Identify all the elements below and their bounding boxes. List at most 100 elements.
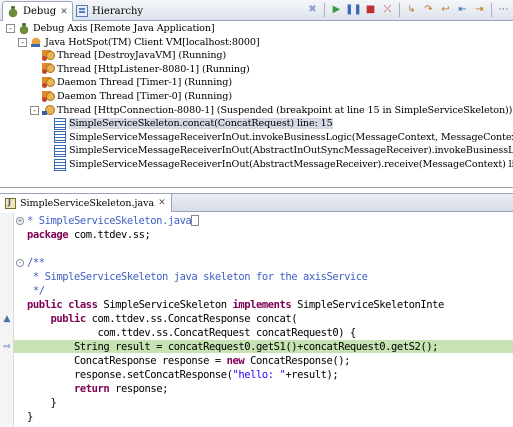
code-line: response.setConcatResponse("hello: "+res… bbox=[27, 368, 339, 382]
debug-icon bbox=[7, 5, 19, 18]
expand-fold-icon[interactable]: + bbox=[16, 217, 24, 225]
code-keyword: class bbox=[68, 299, 98, 311]
code-line: String result = concatRequest0.getS1()+c… bbox=[27, 340, 438, 354]
code-keyword: new bbox=[226, 355, 245, 367]
tree-item-label: Java HotSpot(TM) Client VM[localhost:800… bbox=[45, 36, 260, 48]
step-over-button[interactable]: ↷ bbox=[421, 3, 436, 18]
collapse-toggle-icon[interactable]: - bbox=[18, 37, 27, 47]
collapse-toggle-icon[interactable]: - bbox=[30, 105, 39, 115]
view-menu-button[interactable]: ⋯ bbox=[496, 3, 511, 18]
tab-hierarchy[interactable]: Hierarchy bbox=[72, 1, 147, 21]
close-icon[interactable]: ✕ bbox=[158, 198, 166, 208]
code-keyword: public bbox=[50, 313, 87, 325]
collapse-fold-icon[interactable]: - bbox=[16, 259, 24, 267]
toolbar-separator bbox=[324, 3, 325, 17]
stack-frame-icon bbox=[54, 144, 66, 157]
override-marker-icon: ▲ bbox=[3, 314, 11, 324]
use-step-filters-button[interactable]: ⇥ bbox=[472, 3, 487, 18]
remote-app-icon bbox=[18, 22, 30, 35]
drop-to-frame-button[interactable]: ⇤ bbox=[455, 3, 470, 18]
tree-item[interactable]: Daemon Thread [Timer-1] (Running) bbox=[0, 76, 232, 89]
tab-hierarchy-label: Hierarchy bbox=[92, 5, 144, 17]
code-comment: */ bbox=[27, 285, 45, 297]
editor-gutter[interactable]: ▲ ⇨ bbox=[0, 213, 14, 427]
step-into-button[interactable]: ↳ bbox=[404, 3, 419, 18]
tree-item-label: Thread [HttpConnection-8080-1] (Suspende… bbox=[57, 104, 513, 116]
toolbar-separator bbox=[399, 3, 400, 17]
stack-frame-item[interactable]: SimpleServiceMessageReceiverInOut(Abstra… bbox=[0, 158, 513, 171]
code-text: +result); bbox=[285, 369, 339, 381]
stack-frame-item[interactable]: SimpleServiceMessageReceiverInOut.invoke… bbox=[0, 131, 513, 144]
code-line: * SimpleServiceSkeleton.java bbox=[27, 214, 200, 228]
hierarchy-icon bbox=[76, 5, 88, 17]
toolbar-separator bbox=[491, 3, 492, 17]
code-comment: * SimpleServiceSkeleton.java bbox=[27, 215, 192, 227]
tree-item[interactable]: - Java HotSpot(TM) Client VM[localhost:80… bbox=[0, 36, 260, 49]
tree-item-label: Thread [HttpListener-8080-1] (Running) bbox=[57, 63, 250, 75]
code-text: response.setConcatResponse( bbox=[27, 369, 233, 381]
code-line: } bbox=[27, 396, 56, 410]
tree-item[interactable]: - Thread [HttpConnection-8080-1] (Suspend… bbox=[0, 104, 512, 117]
tree-item-label: Debug Axis [Remote Java Application] bbox=[33, 23, 215, 34]
editor-tab-simpleserviceskeleton[interactable]: SimpleServiceSkeleton.java ✕ bbox=[0, 194, 172, 212]
running-thread-icon bbox=[42, 49, 55, 62]
code-text: SimpleServiceSkeletonInte bbox=[291, 299, 444, 311]
code-text: com.ttdev.ss.ConcatRequest concatRequest… bbox=[27, 327, 356, 339]
code-text: ConcatResponse(); bbox=[244, 355, 350, 367]
code-area[interactable]: * SimpleServiceSkeleton.java package com.… bbox=[27, 213, 513, 427]
code-line: * SimpleServiceSkeleton java skeleton fo… bbox=[27, 270, 368, 284]
step-return-button[interactable]: ↩ bbox=[438, 3, 453, 18]
stack-frame-icon bbox=[54, 117, 66, 130]
tree-item[interactable]: Thread [DestroyJavaVM] (Running) bbox=[0, 49, 226, 62]
code-text: ConcatResponse response = bbox=[27, 355, 227, 367]
code-line: } bbox=[27, 410, 33, 424]
code-line: */ bbox=[27, 284, 45, 298]
collapse-toggle-icon[interactable]: - bbox=[6, 24, 15, 33]
tab-debug[interactable]: Debug ✕ bbox=[2, 1, 73, 21]
suspend-button[interactable]: ❚❚ bbox=[345, 3, 362, 18]
code-line: public class SimpleServiceSkeleton imple… bbox=[27, 298, 444, 312]
tree-item-label: Daemon Thread [Timer-0] (Running) bbox=[57, 91, 232, 102]
resume-button[interactable]: ▶ bbox=[329, 3, 344, 18]
editor-tabbar: SimpleServiceSkeleton.java ✕ bbox=[0, 194, 513, 212]
debug-view: Debug ✕ Hierarchy ✖ ▶ ❚❚ ■ ⤫ ↳ ↷ ↩ ⇤ ⇥ ⋯ - Debug Ax… bbox=[0, 0, 513, 188]
tab-debug-label: Debug bbox=[23, 6, 57, 17]
code-text: String result = concatRequest0.getS1()+c… bbox=[27, 341, 439, 353]
remove-launches-button[interactable]: ✖ bbox=[305, 3, 320, 18]
terminate-button[interactable]: ■ bbox=[363, 3, 378, 18]
code-keyword: public bbox=[27, 299, 63, 311]
stack-frame-item[interactable]: SimpleServiceMessageReceiverInOut(Abstra… bbox=[0, 144, 513, 157]
code-keyword: package bbox=[27, 229, 69, 241]
code-keyword: implements bbox=[232, 299, 292, 311]
tree-item-label: SimpleServiceMessageReceiverInOut(Abstra… bbox=[69, 145, 513, 157]
close-icon[interactable]: ✕ bbox=[60, 7, 68, 17]
stack-frame-icon bbox=[54, 158, 66, 171]
code-text: } bbox=[27, 397, 57, 409]
stack-frame-item[interactable]: SimpleServiceSkeleton.concat(ConcatReque… bbox=[0, 117, 333, 130]
disconnect-button[interactable]: ⤫ bbox=[380, 3, 395, 18]
tree-item-label: SimpleServiceSkeleton.concat(ConcatReque… bbox=[69, 118, 333, 130]
debug-toolbar: ✖ ▶ ❚❚ ■ ⤫ ↳ ↷ ↩ ⇤ ⇥ ⋯ bbox=[305, 2, 511, 18]
code-keyword: return bbox=[73, 383, 110, 395]
tree-item-label: SimpleServiceMessageReceiverInOut.invoke… bbox=[69, 131, 513, 143]
java-vm-icon bbox=[30, 36, 42, 49]
suspended-thread-icon bbox=[42, 104, 55, 116]
code-text: SimpleServiceSkeleton bbox=[97, 299, 233, 311]
code-comment: * SimpleServiceSkeleton java skeleton fo… bbox=[27, 271, 368, 283]
code-string: "hello: " bbox=[232, 369, 286, 381]
code-line: package com.ttdev.ss; bbox=[27, 228, 151, 242]
code-line: ConcatResponse response = new ConcatResp… bbox=[27, 354, 350, 368]
code-comment: /** bbox=[27, 257, 45, 269]
code-line: /** bbox=[27, 256, 45, 270]
tree-item[interactable]: Daemon Thread [Timer-0] (Running) bbox=[0, 90, 232, 103]
tree-item[interactable]: Thread [HttpListener-8080-1] (Running) bbox=[0, 63, 250, 76]
tree-item-label: Thread [DestroyJavaVM] (Running) bbox=[57, 50, 227, 62]
folded-region-indicator[interactable] bbox=[191, 215, 200, 226]
running-thread-icon bbox=[42, 76, 55, 89]
running-thread-icon bbox=[42, 90, 55, 103]
tree-item-label: Daemon Thread [Timer-1] (Running) bbox=[57, 77, 232, 89]
debug-view-tabbar: Debug ✕ Hierarchy ✖ ▶ ❚❚ ■ ⤫ ↳ ↷ ↩ ⇤ ⇥ ⋯ bbox=[0, 0, 513, 21]
tree-item[interactable]: - Debug Axis [Remote Java Application] bbox=[0, 22, 215, 35]
stack-frame-icon bbox=[54, 131, 66, 144]
